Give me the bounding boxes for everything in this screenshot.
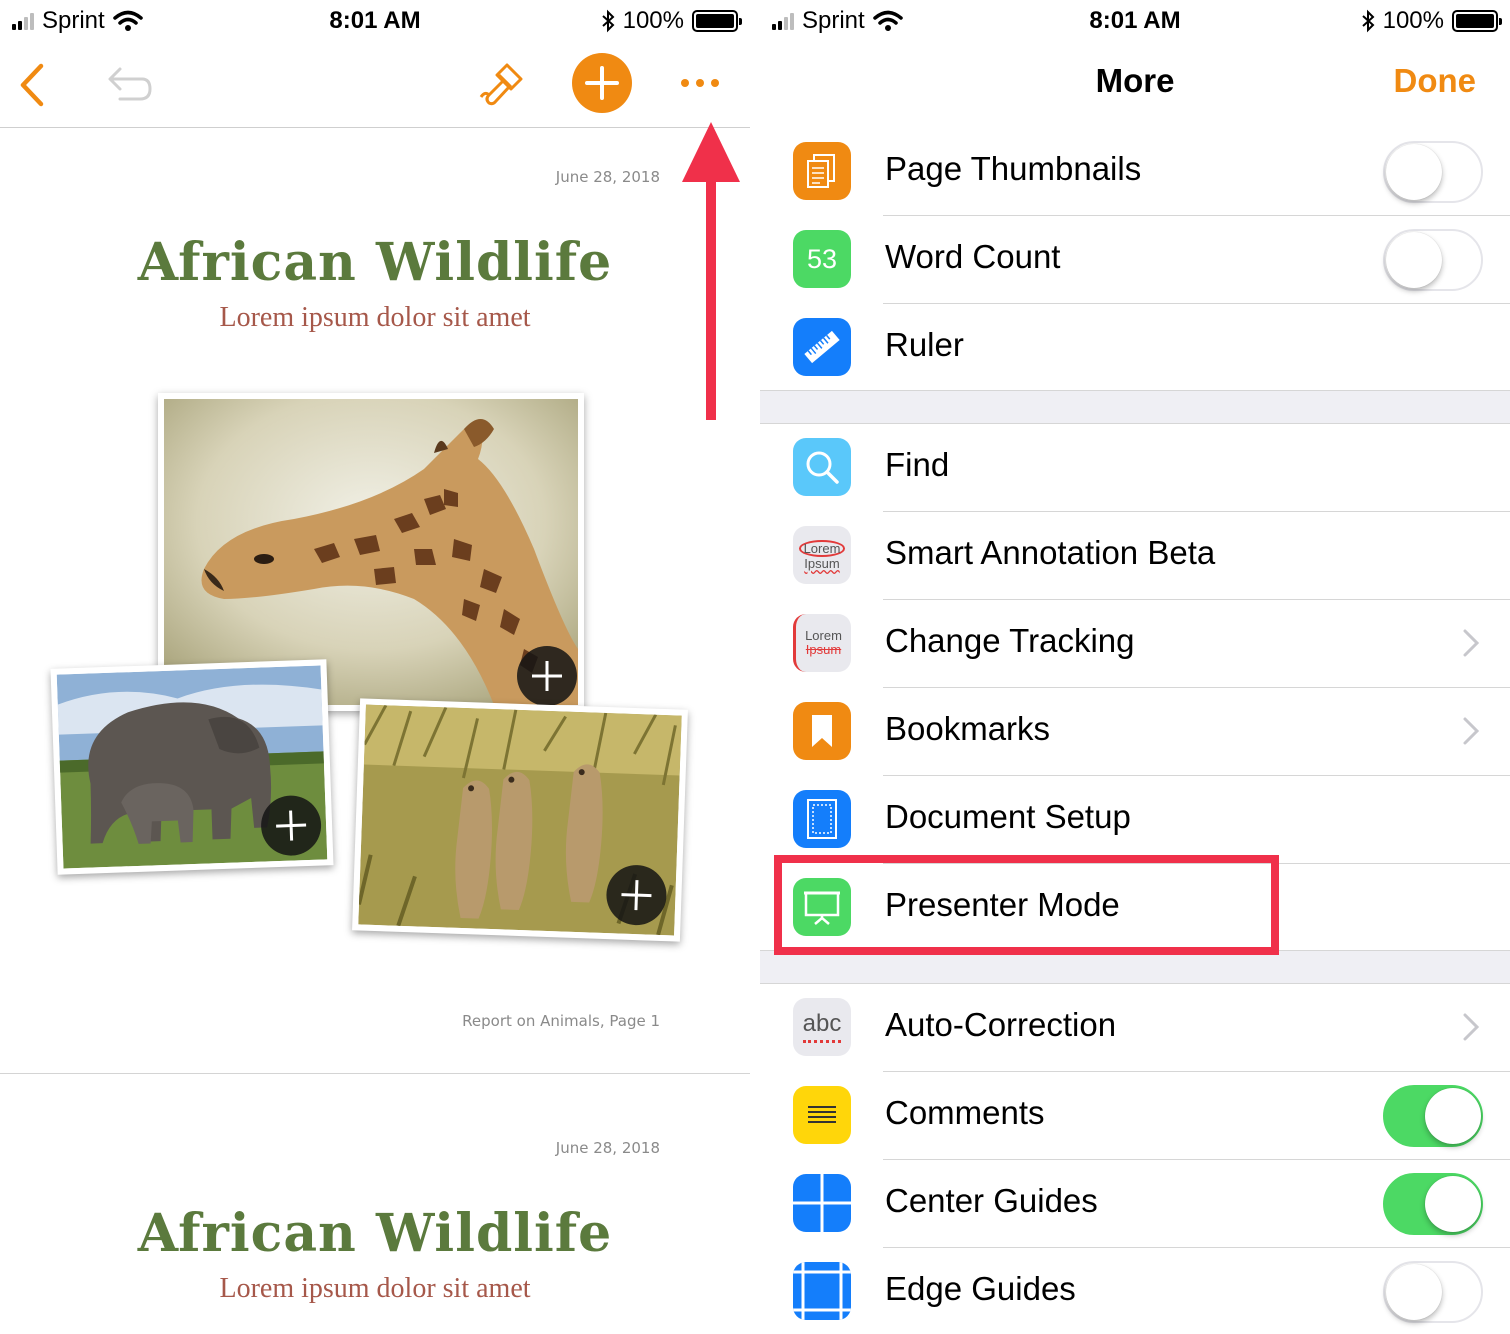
row-word-count[interactable]: 53 Word Count: [760, 216, 1510, 304]
page-thumbnails-icon: [793, 142, 851, 200]
more-screen: Sprint 8:01 AM 100% More Done Page Thumb…: [760, 0, 1510, 1334]
document-title[interactable]: African Wildlife: [0, 232, 750, 293]
row-label: Center Guides: [885, 1182, 1098, 1219]
auto-correction-icon-text: abc: [802, 1009, 842, 1037]
smart-annotation-icon-text: Lorem: [798, 540, 846, 557]
row-page-thumbnails[interactable]: Page Thumbnails: [760, 128, 1510, 216]
row-label: Page Thumbnails: [885, 150, 1142, 187]
smart-annotation-icon-text: Ipsum: [804, 556, 840, 571]
battery-icon: [1452, 10, 1502, 32]
battery-percent: 100%: [1382, 7, 1444, 34]
section-gap: [760, 950, 1510, 984]
row-center-guides[interactable]: Center Guides: [760, 1160, 1510, 1248]
page-separator: [0, 1073, 750, 1074]
document-setup-icon: [793, 790, 851, 848]
document-screen: Sprint 8:01 AM 100% June 28, 2018 Africa…: [0, 0, 750, 1334]
red-arrow-annotation: [682, 122, 740, 420]
auto-correction-icon: abc: [793, 998, 851, 1056]
row-bookmarks[interactable]: Bookmarks: [760, 688, 1510, 776]
paintbrush-icon: [479, 63, 523, 106]
document-toolbar: [0, 42, 750, 128]
row-auto-correction[interactable]: abc Auto-Correction: [760, 984, 1510, 1072]
comments-toggle[interactable]: [1383, 1085, 1483, 1147]
done-button[interactable]: Done: [1394, 62, 1477, 100]
back-button[interactable]: [12, 60, 52, 110]
battery-icon: [692, 10, 742, 32]
status-bar: Sprint 8:01 AM 100%: [760, 0, 1510, 42]
row-label: Comments: [885, 1094, 1045, 1131]
page-thumbnails-toggle[interactable]: [1383, 141, 1483, 203]
status-bar: Sprint 8:01 AM 100%: [0, 0, 750, 42]
change-tracking-icon: Lorem Ipsum: [793, 614, 851, 672]
edge-guides-icon: [793, 1262, 851, 1320]
word-count-icon-text: 53: [806, 243, 838, 274]
section-gap: [760, 390, 1510, 424]
row-find[interactable]: Find: [760, 424, 1510, 512]
document-subtitle[interactable]: Lorem ipsum dolor sit amet: [0, 302, 750, 334]
document-subtitle[interactable]: Lorem ipsum dolor sit amet: [0, 1273, 750, 1305]
row-label: Document Setup: [885, 798, 1131, 835]
comments-icon: [793, 1086, 851, 1144]
bluetooth-icon: [601, 9, 615, 33]
row-label: Edge Guides: [885, 1270, 1076, 1307]
plus-icon: [585, 66, 619, 100]
bookmark-icon: [793, 702, 851, 760]
row-edge-guides[interactable]: Edge Guides: [760, 1248, 1510, 1334]
row-label: Word Count: [885, 238, 1061, 275]
page-footer: Report on Animals, Page 1: [462, 1012, 660, 1030]
ruler-icon: [793, 318, 851, 376]
presenter-mode-highlight: [774, 855, 1279, 955]
row-smart-annotation[interactable]: Lorem Ipsum Smart Annotation Beta: [760, 512, 1510, 600]
undo-button[interactable]: [104, 62, 154, 108]
row-label: Auto-Correction: [885, 1006, 1117, 1043]
edge-guides-toggle[interactable]: [1383, 1261, 1483, 1323]
row-label: Ruler: [885, 326, 964, 363]
row-ruler[interactable]: Ruler: [760, 304, 1510, 392]
word-count-icon: 53: [793, 230, 851, 288]
smart-annotation-icon: Lorem Ipsum: [793, 526, 851, 584]
row-comments[interactable]: Comments: [760, 1072, 1510, 1160]
bluetooth-icon: [1361, 9, 1375, 33]
row-label: Smart Annotation Beta: [885, 534, 1216, 571]
add-button[interactable]: [572, 53, 632, 113]
chevron-left-icon: [20, 63, 44, 107]
row-label: Change Tracking: [885, 622, 1135, 659]
row-label: Find: [885, 446, 950, 483]
ellipsis-icon: [681, 79, 719, 87]
battery-percent: 100%: [622, 7, 684, 34]
more-button[interactable]: [676, 70, 724, 96]
center-guides-toggle[interactable]: [1383, 1173, 1483, 1235]
elephants-photo[interactable]: [50, 659, 334, 875]
change-tracking-icon-text: Ipsum: [805, 642, 842, 657]
row-change-tracking[interactable]: Lorem Ipsum Change Tracking: [760, 600, 1510, 688]
chevron-right-icon: [1463, 717, 1480, 745]
row-document-setup[interactable]: Document Setup: [760, 776, 1510, 864]
change-tracking-icon-text: Lorem: [805, 627, 842, 643]
undo-icon: [108, 67, 152, 101]
meerkats-photo[interactable]: [352, 698, 688, 942]
page-date: June 28, 2018: [555, 168, 660, 186]
format-button[interactable]: [474, 58, 528, 112]
chevron-right-icon: [1463, 1013, 1480, 1041]
chevron-right-icon: [1463, 629, 1480, 657]
row-label: Bookmarks: [885, 710, 1051, 747]
document-title[interactable]: African Wildlife: [0, 1203, 750, 1264]
search-icon: [793, 438, 851, 496]
word-count-toggle[interactable]: [1383, 229, 1483, 291]
page-date: June 28, 2018: [555, 1139, 660, 1157]
center-guides-icon: [793, 1174, 851, 1232]
